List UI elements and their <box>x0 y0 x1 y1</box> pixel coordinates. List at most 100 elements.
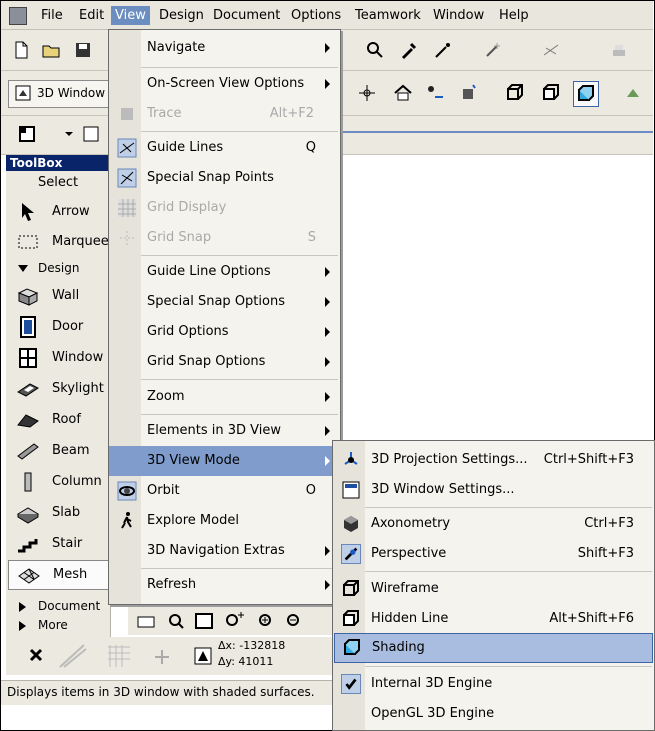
submenu-item-label: 3D Window Settings... <box>371 482 515 497</box>
sparkle-cube-icon[interactable] <box>459 83 479 103</box>
menu-item-3d-navigation-extras[interactable]: 3D Navigation Extras <box>109 536 340 566</box>
menu-item-special-snap-points[interactable]: Special Snap Points <box>109 163 340 193</box>
tool-marquee[interactable]: Marquee <box>6 227 110 257</box>
grid-icon[interactable] <box>104 641 134 671</box>
submenu-item-opengl-3d-engine[interactable]: OpenGL 3D Engine <box>333 699 654 729</box>
submenu-arrow-icon <box>325 297 330 307</box>
sun-position-icon[interactable] <box>425 83 445 103</box>
menu-item-grid-snap: Grid Snap S <box>109 223 340 253</box>
app-icon <box>9 7 27 25</box>
menu-item-grid-options[interactable]: Grid Options <box>109 317 340 347</box>
tool-wall[interactable]: Wall <box>6 281 110 311</box>
zoom-window-icon[interactable] <box>166 611 186 631</box>
section-more[interactable]: More <box>6 616 110 636</box>
render-icon[interactable] <box>623 83 643 103</box>
wireframe-toolbar-icon[interactable] <box>505 83 525 103</box>
menu-item-label: On-Screen View Options <box>147 76 305 91</box>
menu-item-label: Guide Lines <box>147 140 224 155</box>
menu-item-onscreen-view-options[interactable]: On-Screen View Options <box>109 69 340 99</box>
submenu-item-hidden-line[interactable]: Hidden Line Alt+Shift+F6 <box>333 604 654 634</box>
submenu-item-axonometry[interactable]: Axonometry Ctrl+F3 <box>333 509 654 539</box>
menu-teamwork[interactable]: Teamwork <box>351 6 425 25</box>
tool-mesh[interactable]: Mesh <box>8 560 110 590</box>
eyedropper-icon[interactable] <box>399 40 419 60</box>
magic-wand-icon[interactable] <box>483 40 503 60</box>
submenu-item-label: Wireframe <box>371 581 439 596</box>
zoom-in-plus-icon[interactable] <box>224 611 244 631</box>
hidden-line-toolbar-icon[interactable] <box>541 83 561 103</box>
menu-item-refresh[interactable]: Refresh <box>109 570 340 600</box>
house-plan-icon[interactable] <box>136 611 156 631</box>
menu-view[interactable]: View <box>111 6 150 25</box>
new-file-icon[interactable] <box>11 40 31 60</box>
home-icon[interactable] <box>393 83 413 103</box>
zoom-in-icon[interactable] <box>256 611 276 631</box>
3d-window-label: 3D Window <box>37 86 106 100</box>
submenu-item-perspective[interactable]: Perspective Shift+F3 <box>333 539 654 569</box>
3d-small-icon[interactable] <box>81 124 101 144</box>
zoom-magnifier-icon[interactable] <box>365 40 385 60</box>
menu-item-elements-in-3d-view[interactable]: Elements in 3D View <box>109 416 340 446</box>
tool-window[interactable]: Window <box>6 343 110 373</box>
crosshair-icon[interactable] <box>357 83 377 103</box>
submenu-item-shading[interactable]: Shading <box>334 633 653 663</box>
layout-icon[interactable] <box>17 124 37 144</box>
menu-document[interactable]: Document <box>209 6 284 25</box>
menu-item-label: Zoom <box>147 389 185 404</box>
menu-item-guide-lines[interactable]: Guide Lines Q <box>109 133 340 163</box>
snap-line-icon[interactable] <box>541 40 561 60</box>
menu-item-explore-model[interactable]: Explore Model <box>109 506 340 536</box>
menu-item-orbit[interactable]: Orbit O <box>109 476 340 506</box>
tool-skylight[interactable]: Skylight <box>6 374 110 404</box>
close-x-icon[interactable] <box>28 647 44 663</box>
section-document[interactable]: Document <box>6 597 110 617</box>
3d-window-button[interactable]: 3D Window <box>8 80 110 108</box>
view-menu: Navigate On-Screen View Options Trace Al… <box>108 29 341 605</box>
perspective-camera-icon <box>341 544 361 564</box>
menu-help[interactable]: Help <box>495 6 533 25</box>
submenu-item-3d-projection-settings[interactable]: 3D Projection Settings... Ctrl+Shift+F3 <box>333 445 654 475</box>
section-design[interactable]: Design <box>6 259 110 279</box>
plus-icon[interactable] <box>152 647 172 667</box>
menu-separator <box>141 414 338 415</box>
menu-options[interactable]: Options <box>287 6 345 25</box>
menu-item-label: Guide Line Options <box>147 264 271 279</box>
tool-arrow[interactable]: Arrow <box>6 197 110 227</box>
slab-icon <box>17 507 39 524</box>
submenu-item-internal-3d-engine[interactable]: Internal 3D Engine <box>333 669 654 699</box>
menu-design[interactable]: Design <box>155 6 208 25</box>
tool-roof[interactable]: Roof <box>6 405 110 435</box>
injector-icon[interactable] <box>433 40 453 60</box>
grid-snap-icon <box>120 231 134 245</box>
menu-separator <box>141 379 338 380</box>
tool-column[interactable]: Column <box>6 467 110 497</box>
tool-slab[interactable]: Slab <box>6 498 110 528</box>
menu-item-grid-snap-options[interactable]: Grid Snap Options <box>109 347 340 377</box>
zoom-out-icon[interactable] <box>284 611 304 631</box>
delta-icon <box>194 647 212 665</box>
submenu-item-shortcut: Ctrl+F3 <box>584 516 634 531</box>
tool-beam[interactable]: Beam <box>6 436 110 466</box>
submenu-item-label: Internal 3D Engine <box>371 676 493 691</box>
menu-item-special-snap-options[interactable]: Special Snap Options <box>109 287 340 317</box>
menu-edit[interactable]: Edit <box>75 6 108 25</box>
menu-item-guide-line-options[interactable]: Guide Line Options <box>109 257 340 287</box>
menu-item-navigate[interactable]: Navigate <box>109 33 340 63</box>
snap-lines-icon[interactable] <box>58 641 88 671</box>
menu-window[interactable]: Window <box>429 6 488 25</box>
save-icon[interactable] <box>73 40 93 60</box>
dropdown-arrow-icon[interactable] <box>59 124 79 144</box>
tool-door[interactable]: Door <box>6 312 110 342</box>
menu-file[interactable]: File <box>37 6 67 25</box>
submenu-separator <box>365 666 652 667</box>
menu-item-zoom[interactable]: Zoom <box>109 382 340 412</box>
submenu-arrow-icon <box>325 79 330 89</box>
fit-window-icon[interactable] <box>194 611 214 631</box>
shading-toolbar-icon[interactable] <box>573 81 599 107</box>
submenu-item-wireframe[interactable]: Wireframe <box>333 574 654 604</box>
menu-item-3d-view-mode[interactable]: 3D View Mode <box>109 446 340 476</box>
layer-icon[interactable] <box>609 40 629 60</box>
open-folder-icon[interactable] <box>41 40 61 60</box>
tool-stair[interactable]: Stair <box>6 529 110 559</box>
submenu-item-3d-window-settings[interactable]: 3D Window Settings... <box>333 475 654 505</box>
